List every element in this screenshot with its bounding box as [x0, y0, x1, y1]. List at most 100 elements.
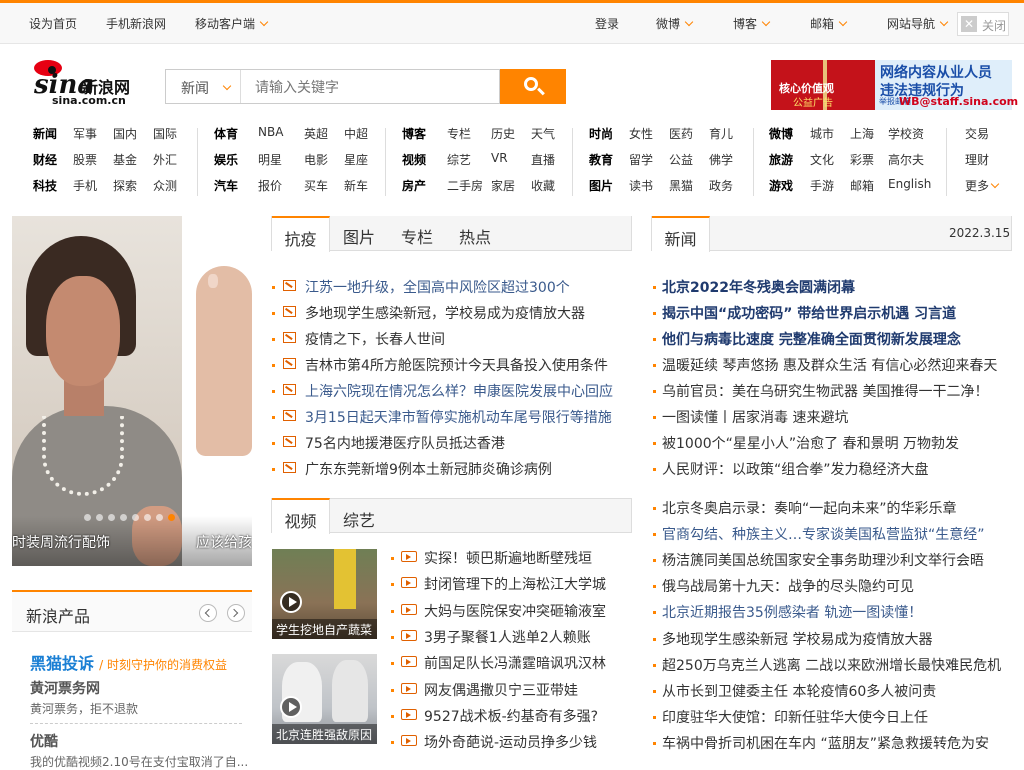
- nav-link[interactable]: 理财: [965, 151, 989, 168]
- nav-link[interactable]: 直播: [531, 151, 555, 168]
- video-link[interactable]: 前国足队长冯潇霆暗讽巩汉林: [424, 653, 606, 673]
- next-arrow-button[interactable]: [227, 604, 245, 622]
- nav-link[interactable]: 汽车: [214, 177, 238, 194]
- carousel-dot[interactable]: [96, 514, 103, 521]
- nav-link[interactable]: 学校资: [888, 125, 924, 142]
- nav-link[interactable]: 报价: [258, 177, 282, 194]
- news-link[interactable]: 他们与病毒比速度 完整准确全面贯彻新发展理念: [662, 329, 961, 349]
- nav-link[interactable]: 探索: [113, 177, 137, 194]
- nav-link[interactable]: 专栏: [447, 125, 471, 142]
- nav-link[interactable]: 教育: [589, 151, 613, 168]
- news-link[interactable]: 超250万乌克兰人逃离 二战以来欧洲增长最快难民危机: [662, 655, 1001, 675]
- video-link[interactable]: 网友偶遇撒贝宁三亚带娃: [424, 680, 578, 700]
- nav-link[interactable]: 国内: [113, 125, 137, 142]
- nav-link[interactable]: 众测: [153, 177, 177, 194]
- news-link[interactable]: 江苏一地升级，全国高中风险区超过300个: [305, 277, 570, 297]
- close-button[interactable]: ✕ 关闭: [957, 12, 1009, 36]
- news-link[interactable]: 北京2022年冬残奥会圆满闭幕: [662, 277, 855, 297]
- nav-link[interactable]: 星座: [344, 151, 368, 168]
- news-link[interactable]: 人民财评：以政策“组合拳”发力稳经济大盘: [662, 459, 929, 479]
- search-category-select[interactable]: 新闻: [166, 70, 241, 103]
- nav-link[interactable]: 文化: [810, 151, 834, 168]
- news-link[interactable]: 上海六院现在情况怎么样？申康医院发展中心回应: [305, 381, 613, 401]
- nav-link[interactable]: 微博: [769, 125, 793, 142]
- tab-pictures[interactable]: 图片: [330, 216, 388, 251]
- nav-link[interactable]: 高尔夫: [888, 151, 924, 168]
- nav-link[interactable]: 视频: [402, 151, 426, 168]
- set-homepage-link[interactable]: 设为首页: [29, 15, 77, 32]
- nav-link[interactable]: 游戏: [769, 177, 793, 194]
- login-link[interactable]: 登录: [595, 15, 619, 32]
- news-link[interactable]: 被1000个“星星小人”治愈了 春和景明 万物勃发: [662, 433, 959, 453]
- tab-news[interactable]: 新闻: [652, 216, 710, 252]
- news-link[interactable]: 一图读懂丨居家消毒 速来避坑: [662, 407, 848, 427]
- video-link[interactable]: 3男子聚餐1人逃单2人赖账: [424, 627, 591, 647]
- nav-link[interactable]: 历史: [491, 125, 515, 142]
- news-link[interactable]: 吉林市第4所方舱医院预计今天具备投入使用条件: [305, 355, 608, 375]
- nav-link[interactable]: VR: [491, 151, 508, 165]
- news-link[interactable]: 温暖延续 琴声悠扬 惠及群众生活 有信心必然迎来春天: [662, 355, 997, 375]
- nav-link[interactable]: 彩票: [850, 151, 874, 168]
- nav-link[interactable]: 留学: [629, 151, 653, 168]
- nav-link[interactable]: 佛学: [709, 151, 733, 168]
- nav-link[interactable]: 买车: [304, 177, 328, 194]
- carousel-dot[interactable]: [168, 514, 175, 521]
- nav-link[interactable]: 电影: [304, 151, 328, 168]
- news-link[interactable]: 75名内地援港医疗队员抵达香港: [305, 433, 505, 453]
- nav-link[interactable]: 家居: [491, 177, 515, 194]
- video-thumb-1[interactable]: 学生挖地自产蔬菜: [272, 549, 377, 639]
- weibo-menu[interactable]: 微博: [656, 15, 694, 32]
- carousel-dots[interactable]: [84, 514, 184, 524]
- tab-antiepidemic[interactable]: 抗疫: [272, 216, 330, 252]
- search-input[interactable]: [242, 70, 497, 103]
- product-huanghe-name[interactable]: 黄河票务网: [30, 678, 100, 698]
- site-nav-menu[interactable]: 网站导航: [887, 15, 949, 32]
- nav-link[interactable]: 博客: [402, 125, 426, 142]
- video-link[interactable]: 大妈与医院保安冲突砸输液室: [424, 601, 606, 621]
- carousel-dot[interactable]: [120, 514, 127, 521]
- carousel-dot[interactable]: [132, 514, 139, 521]
- tab-columns[interactable]: 专栏: [388, 216, 446, 251]
- nav-link[interactable]: 体育: [214, 125, 238, 142]
- video-link[interactable]: 9527战术板-约基奇有多强?: [424, 706, 598, 726]
- nav-link[interactable]: 图片: [589, 177, 613, 194]
- nav-link[interactable]: 黑猫: [669, 177, 693, 194]
- news-link[interactable]: 乌前官员：美在乌研究生物武器 美国推得一干二净！: [662, 381, 988, 401]
- nav-link[interactable]: 邮箱: [850, 177, 874, 194]
- photo-carousel[interactable]: 时装周流行配饰 应该给孩: [12, 216, 252, 566]
- product-youku-desc[interactable]: 我的优酷视频2.10号在支付宝取消了自...: [30, 753, 248, 770]
- nav-link[interactable]: 科技: [33, 177, 57, 194]
- carousel-dot[interactable]: [84, 514, 91, 521]
- mobile-client-menu[interactable]: 移动客户端: [195, 15, 269, 32]
- news-link[interactable]: 官商勾结、种族主义…专家谈美国私营监狱“生意经”: [662, 524, 985, 544]
- tab-hot[interactable]: 热点: [446, 216, 504, 251]
- nav-link[interactable]: 上海: [850, 125, 874, 142]
- news-link[interactable]: 多地现学生感染新冠 学校易成为疫情放大器: [662, 629, 932, 649]
- nav-link[interactable]: 国际: [153, 125, 177, 142]
- nav-link[interactable]: 时尚: [589, 125, 613, 142]
- nav-link[interactable]: 新车: [344, 177, 368, 194]
- nav-link[interactable]: 天气: [531, 125, 555, 142]
- product-youku-name[interactable]: 优酷: [30, 731, 58, 751]
- nav-link[interactable]: 读书: [629, 177, 653, 194]
- nav-link[interactable]: 财经: [33, 151, 57, 168]
- news-link[interactable]: 俄乌战局第十九天：战争的尽头隐约可见: [662, 576, 914, 596]
- tab-video[interactable]: 视频: [272, 498, 330, 534]
- nav-link[interactable]: 旅游: [769, 151, 793, 168]
- nav-link[interactable]: 手机: [73, 177, 97, 194]
- nav-link[interactable]: 外汇: [153, 151, 177, 168]
- nav-link[interactable]: 中超: [344, 125, 368, 142]
- ad-banner[interactable]: 核心价值观 公益广告 网络内容从业人员 违法违规行为 举报邮箱 WB@staff…: [771, 60, 1018, 110]
- news-link[interactable]: 3月15日起天津市暂停实施机动车尾号限行等措施: [305, 407, 612, 427]
- carousel-dot[interactable]: [144, 514, 151, 521]
- carousel-caption-1[interactable]: 时装周流行配饰: [12, 532, 110, 552]
- carousel-dot[interactable]: [156, 514, 163, 521]
- product-heimao[interactable]: 黑猫投诉 / 时刻守护你的消费权益: [30, 650, 227, 674]
- nav-link[interactable]: 综艺: [447, 151, 471, 168]
- nav-link[interactable]: 交易: [965, 125, 989, 142]
- nav-link[interactable]: 股票: [73, 151, 97, 168]
- nav-link[interactable]: 收藏: [531, 177, 555, 194]
- mobile-sina-link[interactable]: 手机新浪网: [106, 15, 166, 32]
- prev-arrow-button[interactable]: [199, 604, 217, 622]
- news-link[interactable]: 从市长到卫健委主任 本轮疫情60多人被问责: [662, 681, 936, 701]
